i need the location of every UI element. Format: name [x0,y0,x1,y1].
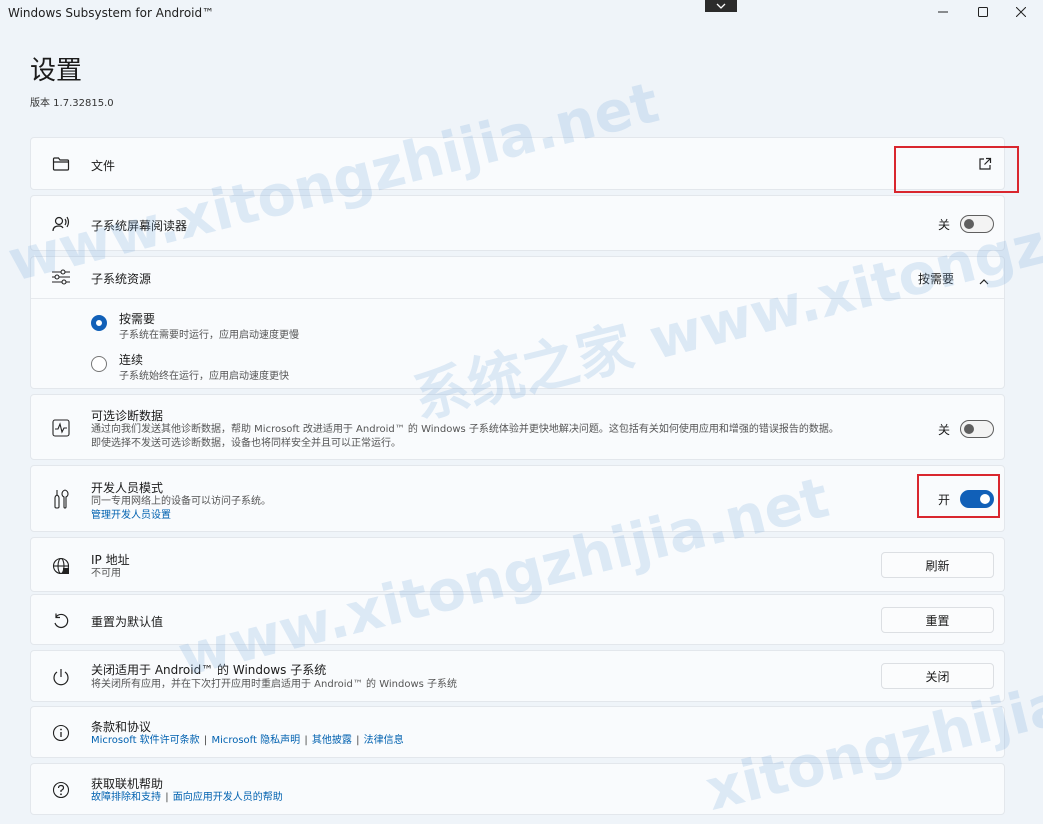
title-bar: Windows Subsystem for Android™ [0,0,1043,26]
terms-links: Microsoft 软件许可条款 | Microsoft 隐私声明 | 其他披露… [91,734,404,748]
manage-developer-settings-link[interactable]: 管理开发人员设置 [91,509,171,523]
ip-address-label: IP 地址 [91,553,130,567]
link-separator: | [304,735,308,746]
screen-reader-label: 子系统屏幕阅读器 [91,219,188,233]
diagnostics-desc-1: 通过向我们发送其他诊断数据，帮助 Microsoft 改进适用于 Android… [91,424,839,435]
reset-label: 重置为默认值 [91,615,164,629]
heartbeat-icon [51,418,71,438]
on-demand-desc: 子系统在需要时运行，应用启动速度更慢 [119,330,299,341]
developer-mode-desc: 同一专用网络上的设备可以访问子系统。 [91,496,271,507]
privacy-statement-link[interactable]: Microsoft 隐私声明 [211,735,300,746]
globe-icon [51,556,71,576]
continuous-desc: 子系统始终在运行，应用启动速度更快 [119,371,289,382]
resources-value: 按需要 [917,272,954,286]
sliders-icon [51,267,71,287]
developer-tools-icon [51,489,71,509]
troubleshoot-link[interactable]: 故障排除和支持 [91,792,161,803]
highlight-box-developer [917,474,1000,518]
diagnostics-state: 关 [937,422,950,437]
diagnostics-toggle-group: 关 [938,420,994,438]
legal-info-link[interactable]: 法律信息 [364,735,404,746]
reset-button[interactable]: 重置 [881,607,994,633]
terms-label: 条款和协议 [91,720,152,734]
screen-reader-row: 子系统屏幕阅读器 关 [30,195,1005,251]
license-terms-link[interactable]: Microsoft 软件许可条款 [91,735,200,746]
refresh-button[interactable]: 刷新 [881,552,994,578]
power-icon [51,667,71,687]
radio-on-demand[interactable] [91,315,107,331]
diagnostics-toggle[interactable] [960,420,994,438]
help-links: 故障排除和支持 | 面向应用开发人员的帮助 [91,791,283,805]
terms-row: 条款和协议 Microsoft 软件许可条款 | Microsoft 隐私声明 … [30,706,1005,758]
screen-reader-state: 关 [937,217,950,232]
shutdown-button[interactable]: 关闭 [881,663,994,689]
window-title: Windows Subsystem for Android™ [8,6,215,20]
developer-help-link[interactable]: 面向应用开发人员的帮助 [173,792,283,803]
resources-label: 子系统资源 [91,272,152,286]
other-disclosures-link[interactable]: 其他披露 [312,735,352,746]
highlight-box-files [894,146,1019,193]
close-icon[interactable] [999,0,1043,24]
files-row[interactable]: 文件 [30,137,1005,190]
screen-reader-toggle-group: 关 [938,215,994,233]
reset-row: 重置为默认值 重置 [30,594,1005,645]
chevron-down-icon[interactable] [705,0,737,12]
help-row: 获取联机帮助 故障排除和支持 | 面向应用开发人员的帮助 [30,763,1005,815]
chevron-up-icon[interactable] [978,271,990,290]
divider [31,298,1004,299]
link-separator: | [165,792,169,803]
folder-icon [51,154,71,174]
developer-mode-row: 开发人员模式 同一专用网络上的设备可以访问子系统。 管理开发人员设置 开 [30,465,1005,532]
ip-address-row: IP 地址 不可用 刷新 [30,537,1005,592]
shutdown-label: 关闭适用于 Android™ 的 Windows 子系统 [91,663,327,677]
screen-reader-icon [51,214,71,234]
reset-icon [51,611,71,631]
link-separator: | [203,735,208,746]
diagnostics-desc-2: 即使选择不发送可选诊断数据，设备也将同样安全并且可以正常运行。 [91,438,401,449]
version-text: 版本 1.7.32815.0 [30,98,114,109]
ip-address-value: 不可用 [91,568,121,579]
page-title: 设置 [30,56,83,86]
screen-reader-toggle[interactable] [960,215,994,233]
radio-continuous[interactable] [91,356,107,372]
continuous-label: 连续 [119,353,144,367]
info-icon [51,723,71,743]
developer-mode-label: 开发人员模式 [91,481,164,495]
resources-section: 子系统资源 按需要 按需要 子系统在需要时运行，应用启动速度更慢 连续 子系统始… [30,256,1005,389]
shutdown-row: 关闭适用于 Android™ 的 Windows 子系统 将关闭所有应用，并在下… [30,650,1005,702]
help-label: 获取联机帮助 [91,777,164,791]
minimize-icon[interactable] [921,0,965,24]
link-separator: | [356,735,360,746]
diagnostics-label: 可选诊断数据 [91,409,164,423]
files-label: 文件 [91,159,116,173]
shutdown-desc: 将关闭所有应用，并在下次打开应用时重启适用于 Android™ 的 Window… [91,679,458,690]
help-icon [51,780,71,800]
diagnostics-row: 可选诊断数据 通过向我们发送其他诊断数据，帮助 Microsoft 改进适用于 … [30,394,1005,460]
on-demand-label: 按需要 [119,312,156,326]
